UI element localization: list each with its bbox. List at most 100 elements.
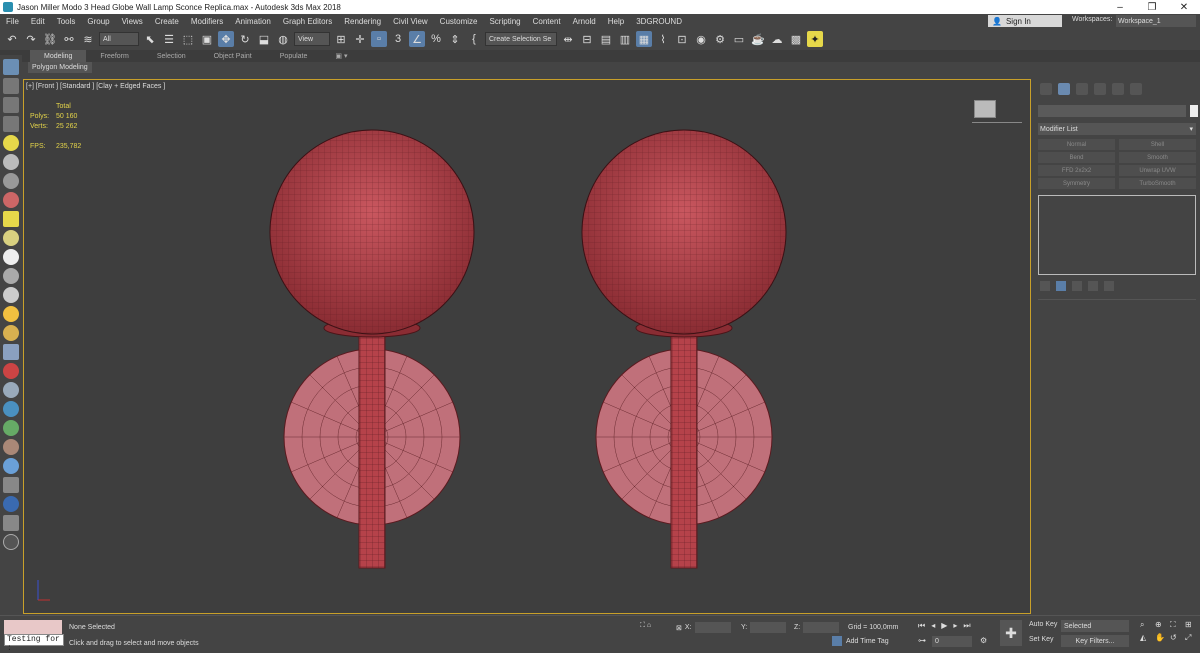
menu-help[interactable]: Help bbox=[602, 17, 630, 26]
menu-create[interactable]: Create bbox=[149, 17, 185, 26]
globe-icon[interactable] bbox=[3, 401, 19, 417]
material-editor-icon[interactable]: ◉ bbox=[693, 31, 709, 47]
rendered-frame-window-icon[interactable]: ▭ bbox=[731, 31, 747, 47]
select-by-name-icon[interactable]: ☰ bbox=[161, 31, 177, 47]
play-icon[interactable]: ▶ bbox=[941, 621, 947, 631]
menu-graph-editors[interactable]: Graph Editors bbox=[277, 17, 338, 26]
show-end-result-icon[interactable] bbox=[1056, 281, 1066, 291]
sphere-icon[interactable] bbox=[3, 249, 19, 265]
render-icon[interactable] bbox=[3, 496, 19, 512]
toggle-layer-explorer-icon[interactable]: ▥ bbox=[617, 31, 633, 47]
tab-object-paint[interactable]: Object Paint bbox=[200, 53, 266, 60]
coord-y-field[interactable] bbox=[750, 622, 787, 633]
rotate-icon[interactable]: ↻ bbox=[237, 31, 253, 47]
edit-named-selection-icon[interactable]: { bbox=[466, 31, 482, 47]
viewport-layout-icon[interactable] bbox=[3, 59, 19, 75]
menu-arnold[interactable]: Arnold bbox=[567, 17, 602, 26]
modifier-button-symmetry[interactable]: Symmetry bbox=[1038, 178, 1115, 189]
reference-coordinate-dropdown[interactable]: View bbox=[294, 32, 330, 46]
menu-content[interactable]: Content bbox=[527, 17, 567, 26]
toggle-ribbon-icon[interactable]: ▦ bbox=[636, 31, 652, 47]
create-tab-icon[interactable] bbox=[1040, 83, 1052, 95]
bind-space-warp-icon[interactable]: ≋ bbox=[80, 31, 96, 47]
modifier-button-smooth[interactable]: Smooth bbox=[1119, 152, 1196, 163]
previous-frame-icon[interactable]: ◂ bbox=[931, 621, 935, 631]
motion-tab-icon[interactable] bbox=[1094, 83, 1106, 95]
object-color-swatch[interactable] bbox=[1190, 105, 1198, 117]
menu-3dground[interactable]: 3DGROUND bbox=[630, 17, 688, 26]
modifier-list-dropdown[interactable]: Modifier List ▾ bbox=[1038, 123, 1196, 135]
box-icon[interactable] bbox=[3, 211, 19, 227]
scene-states-icon[interactable] bbox=[3, 477, 19, 493]
display-tab-icon[interactable] bbox=[1112, 83, 1124, 95]
window-crossing-icon[interactable]: ▣ bbox=[199, 31, 215, 47]
modifier-button-normal[interactable]: Normal bbox=[1038, 139, 1115, 150]
zoom-all-icon[interactable]: ⊕ bbox=[1155, 620, 1167, 630]
coord-x-field[interactable] bbox=[694, 622, 731, 633]
percent-snap-icon[interactable]: % bbox=[428, 31, 444, 47]
zoom-extents-icon[interactable]: ⛶ bbox=[1170, 620, 1182, 630]
lamp-left[interactable] bbox=[269, 129, 475, 569]
grid-icon[interactable] bbox=[3, 344, 19, 360]
curve-editor-icon[interactable]: ⌇ bbox=[655, 31, 671, 47]
tab-selection[interactable]: Selection bbox=[143, 53, 200, 60]
zoom-icon[interactable]: ⌕ bbox=[1140, 620, 1152, 630]
pan-icon[interactable]: ✋ bbox=[1155, 633, 1167, 643]
make-unique-icon[interactable] bbox=[1072, 281, 1082, 291]
key-set-dropdown[interactable]: Selected bbox=[1061, 620, 1129, 632]
configure-modifier-sets-icon[interactable] bbox=[1104, 281, 1114, 291]
keyboard-shortcut-icon[interactable]: ▫ bbox=[371, 31, 387, 47]
lamp-right[interactable] bbox=[581, 129, 787, 569]
menu-tools[interactable]: Tools bbox=[51, 17, 82, 26]
remove-modifier-icon[interactable] bbox=[1088, 281, 1098, 291]
named-selection-set-dropdown[interactable]: Create Selection Se bbox=[485, 32, 557, 46]
workspace-select[interactable]: Workspace_1 bbox=[1116, 15, 1196, 27]
particles-icon[interactable] bbox=[3, 382, 19, 398]
next-frame-icon[interactable]: ▸ bbox=[953, 621, 957, 631]
modifier-button-turbosmooth[interactable]: TurboSmooth bbox=[1119, 178, 1196, 189]
maximize-button[interactable]: ❐ bbox=[1136, 2, 1168, 13]
tab-freeform[interactable]: Freeform bbox=[86, 53, 142, 60]
orbit-icon[interactable]: ↺ bbox=[1170, 633, 1182, 643]
close-button[interactable]: ✕ bbox=[1168, 2, 1200, 13]
maxscript-listener-box[interactable] bbox=[4, 620, 62, 634]
front-viewport[interactable]: [+] [Front ] [Standard ] [Clay + Edged F… bbox=[23, 79, 1031, 614]
modify-tab-icon[interactable] bbox=[1058, 83, 1070, 95]
undo-icon[interactable]: ↶ bbox=[4, 31, 20, 47]
maxscript-input[interactable]: Testing for : bbox=[4, 634, 64, 653]
render-setup-icon[interactable]: ⚙ bbox=[712, 31, 728, 47]
menu-edit[interactable]: Edit bbox=[25, 17, 51, 26]
layer-explorer-icon[interactable] bbox=[3, 97, 19, 113]
render-activeshade-icon[interactable]: ▩ bbox=[788, 31, 804, 47]
menu-views[interactable]: Views bbox=[116, 17, 149, 26]
menu-customize[interactable]: Customize bbox=[434, 17, 484, 26]
selection-filter-dropdown[interactable]: All bbox=[99, 32, 139, 46]
ribbon-options-icon[interactable]: ▣ ▾ bbox=[321, 52, 361, 60]
light-icon[interactable] bbox=[3, 135, 19, 151]
link-icon[interactable]: ⛓ bbox=[42, 31, 58, 47]
object-name-field[interactable] bbox=[1038, 105, 1186, 117]
material-ball-icon[interactable] bbox=[3, 458, 19, 474]
lock-selection-icon[interactable]: ⛶ ⌂ bbox=[640, 622, 651, 630]
crowd-icon[interactable] bbox=[3, 439, 19, 455]
maximize-viewport-icon[interactable]: ⤢ bbox=[1185, 633, 1197, 643]
utilities-tab-icon[interactable] bbox=[1130, 83, 1142, 95]
toggle-scene-explorer-icon[interactable]: ▤ bbox=[598, 31, 614, 47]
scene-geometry[interactable] bbox=[24, 80, 1030, 613]
shapes-icon[interactable] bbox=[3, 154, 19, 170]
select-object-icon[interactable]: ⬉ bbox=[142, 31, 158, 47]
display-icon[interactable] bbox=[3, 116, 19, 132]
cylinder-icon[interactable] bbox=[3, 268, 19, 284]
menu-scripting[interactable]: Scripting bbox=[483, 17, 526, 26]
tab-modeling[interactable]: Modeling bbox=[30, 50, 87, 62]
render-production-icon[interactable]: ☕ bbox=[750, 31, 766, 47]
modifier-button-unwrap[interactable]: Unwrap UVW bbox=[1119, 165, 1196, 176]
menu-modifiers[interactable]: Modifiers bbox=[185, 17, 229, 26]
add-time-tag[interactable]: Add Time Tag bbox=[832, 636, 889, 646]
plugin-icon[interactable]: ✦ bbox=[807, 31, 823, 47]
hierarchy-tab-icon[interactable] bbox=[1076, 83, 1088, 95]
modifier-stack[interactable] bbox=[1038, 195, 1196, 275]
coord-z-field[interactable] bbox=[803, 622, 840, 633]
render-in-cloud-icon[interactable]: ☁ bbox=[769, 31, 785, 47]
snaps-toggle-icon[interactable]: 3 bbox=[390, 31, 406, 47]
